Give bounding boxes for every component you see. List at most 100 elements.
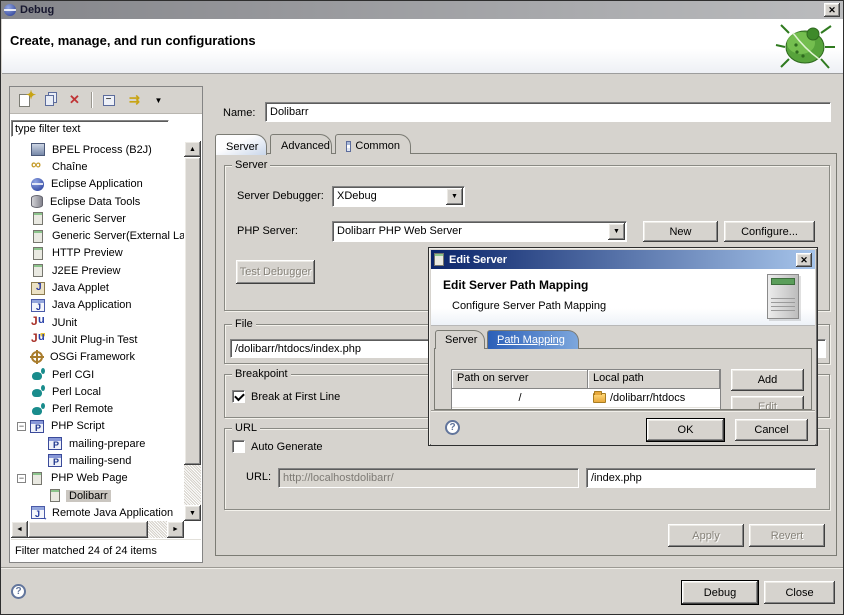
duplicate-configuration-icon[interactable] [41, 92, 58, 108]
osgi-icon [31, 351, 43, 363]
tree-item-java-application[interactable]: Java Application [11, 297, 184, 314]
tree-item-mailing-send[interactable]: mailing-send [11, 452, 184, 469]
tree-item-perl-cgi[interactable]: Perl CGI [11, 366, 184, 383]
edit-server-dialog: Edit Server ✕ Edit Server Path Mapping C… [428, 247, 818, 446]
break-at-first-line-checkbox[interactable] [232, 390, 245, 403]
table-row[interactable]: / /dolibarr/htdocs [452, 389, 720, 407]
chevron-down-icon[interactable]: ▼ [446, 188, 463, 205]
close-button[interactable]: Close [764, 581, 835, 604]
collapse-all-icon[interactable]: − [100, 92, 117, 108]
tree-item-http-preview[interactable]: HTTP Preview [11, 245, 184, 262]
tree-item-label: BPEL Process (B2J) [49, 144, 155, 156]
tree-item-j2ee-preview[interactable]: J2EE Preview [11, 262, 184, 279]
tree-item-label: OSGi Framework [47, 351, 138, 363]
common-tab-icon [346, 141, 351, 152]
window-close-button[interactable]: ✕ [824, 3, 840, 17]
url-path-input[interactable]: /index.php [586, 468, 816, 488]
banner-title: Create, manage, and run configurations [10, 33, 256, 48]
vertical-scroll-thumb[interactable] [184, 157, 201, 465]
tab-common-label: Common [355, 140, 400, 152]
tree-item-perl-remote[interactable]: Perl Remote [11, 400, 184, 417]
server-debugger-select[interactable]: XDebug ▼ [332, 186, 465, 207]
tab-advanced[interactable]: Advanced [270, 134, 332, 154]
tree-item-php-web-page[interactable]: − PHP Web Page [11, 470, 184, 487]
eclipse-icon [31, 178, 44, 191]
tree-item-label: Generic Server(External La [49, 230, 184, 242]
server-icon [33, 264, 43, 277]
edit-server-bottom-bar: ? OK Cancel [431, 410, 815, 445]
filter-status: Filter matched 24 of 24 items [11, 539, 201, 561]
tree-item-label: J2EE Preview [49, 265, 123, 277]
break-at-first-line-label: Break at First Line [251, 391, 340, 403]
collapse-toggle-icon[interactable]: − [17, 422, 26, 431]
tree-item-php-script[interactable]: −PHP Script [11, 418, 184, 435]
scroll-right-icon[interactable]: ► [167, 521, 184, 538]
tree-item-label: Java Application [49, 299, 135, 311]
bpel-icon [31, 143, 45, 156]
tree-item-java-applet[interactable]: Java Applet [11, 279, 184, 296]
server-icon [50, 489, 60, 502]
tab-server-settings[interactable]: Server [435, 330, 485, 349]
new-server-button[interactable]: New [643, 221, 718, 242]
chevron-down-icon[interactable]: ▼ [608, 223, 625, 240]
url-group-label: URL [232, 422, 260, 434]
tree-item-osgi-framework[interactable]: OSGi Framework [11, 349, 184, 366]
tree-item-eclipse-application[interactable]: Eclipse Application [11, 176, 184, 193]
toolbar-menu-dropdown-icon[interactable]: ▼ [150, 92, 167, 108]
junit-plugin-icon [31, 333, 45, 346]
tree-item-mailing-prepare[interactable]: mailing-prepare [11, 435, 184, 452]
apply-button: Apply [668, 524, 744, 547]
edit-mapping-button: Edit [731, 396, 804, 410]
tree-item-label: Generic Server [49, 213, 129, 225]
tree-horizontal-scrollbar[interactable]: ◄ ► [11, 521, 184, 538]
column-path-on-server[interactable]: Path on server [452, 370, 588, 389]
path-mapping-table[interactable]: Path on server Local path / /dolibarr/ht… [451, 369, 721, 410]
tree-item-dolibarr[interactable]: Dolibarr [11, 487, 184, 504]
new-configuration-icon[interactable]: ✦ [16, 92, 33, 108]
configure-server-button[interactable]: Configure... [724, 221, 815, 242]
add-mapping-button[interactable]: Add [731, 369, 804, 391]
php-server-select[interactable]: Dolibarr PHP Web Server ▼ [332, 221, 627, 242]
tree-item-remote-java-application[interactable]: Remote Java Application [11, 504, 184, 521]
filter-configurations-icon[interactable]: ⇉ [125, 92, 142, 108]
scroll-left-icon[interactable]: ◄ [11, 521, 28, 538]
bug-icon [775, 19, 837, 74]
tree-item-cha-ne[interactable]: Chaîne [11, 158, 184, 175]
edit-server-close-button[interactable]: ✕ [796, 253, 812, 267]
tree-item-perl-local[interactable]: Perl Local [11, 383, 184, 400]
column-local-path[interactable]: Local path [588, 370, 720, 389]
horizontal-scroll-thumb[interactable] [28, 521, 148, 538]
edit-server-header: Edit Server Path Mapping Configure Serve… [431, 269, 815, 326]
tab-server[interactable]: Server [215, 134, 267, 155]
name-input[interactable]: Dolibarr [265, 102, 831, 122]
scroll-down-icon[interactable]: ▼ [184, 505, 201, 521]
tree-item-label: Java Applet [49, 282, 112, 294]
delete-configuration-icon[interactable]: ✕ [66, 92, 83, 108]
tree-item-generic-server[interactable]: Generic Server [11, 210, 184, 227]
auto-generate-checkbox[interactable] [232, 440, 245, 453]
tree-item-junit[interactable]: JUnit [11, 314, 184, 331]
tree-item-label: JUnit Plug-in Test [49, 334, 140, 346]
tree-vertical-scrollbar[interactable]: ▲ ▼ [184, 141, 201, 521]
edit-server-subheading: Configure Server Path Mapping [452, 300, 606, 312]
edit-server-titlebar: Edit Server ✕ [431, 250, 815, 269]
php-icon [48, 437, 62, 450]
debug-button[interactable]: Debug [682, 581, 758, 604]
dialog-help-icon[interactable]: ? [445, 420, 460, 435]
filter-input[interactable]: type filter text [11, 120, 169, 137]
tab-path-mapping[interactable]: Path Mapping [487, 330, 579, 349]
scroll-up-icon[interactable]: ▲ [184, 141, 201, 157]
url-base-input: http://localhostdolibarr/ [278, 468, 579, 488]
url-label: URL: [246, 471, 271, 483]
tree-item-label: PHP Web Page [48, 472, 131, 484]
cancel-button[interactable]: Cancel [735, 419, 808, 441]
tab-common[interactable]: Common [335, 134, 411, 154]
ok-button[interactable]: OK [647, 419, 724, 441]
tree-item-junit-plug-in-test[interactable]: JUnit Plug-in Test [11, 331, 184, 348]
path-on-server-cell: / [452, 389, 588, 407]
server-icon [33, 247, 43, 260]
tree-item-eclipse-data-tools[interactable]: Eclipse Data Tools [11, 193, 184, 210]
help-icon[interactable]: ? [11, 584, 26, 599]
collapse-toggle-icon[interactable]: − [17, 474, 26, 483]
tree-item-generic-server-external-la[interactable]: Generic Server(External La [11, 227, 184, 244]
